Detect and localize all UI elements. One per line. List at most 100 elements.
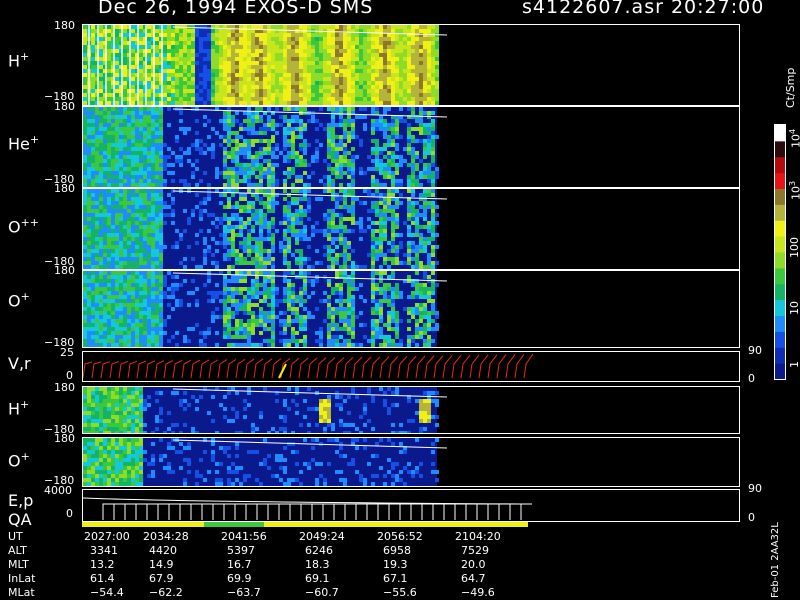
spectrogram-cell	[411, 179, 415, 183]
spectrogram-cell	[379, 307, 383, 311]
spectrogram-cell	[271, 151, 275, 155]
spectrogram-cell	[103, 163, 107, 167]
spectrogram-cell	[231, 287, 235, 291]
spectrogram-cell	[371, 295, 375, 299]
spectrogram-cell	[291, 41, 295, 45]
ytick-top: 180	[54, 100, 75, 113]
plot-title: Dec 26, 1994 EXOS-D SMS	[98, 0, 374, 18]
spectrogram-cell	[211, 295, 215, 299]
spectrogram-cell	[323, 319, 327, 323]
spectrogram-cell	[103, 155, 107, 159]
spectrogram-cell	[103, 307, 107, 311]
spectrogram-cell	[379, 217, 383, 221]
spectrogram-cell	[375, 291, 379, 295]
spectrogram-cell	[135, 209, 139, 213]
spectrogram-cell	[163, 295, 167, 299]
spectrogram-cell	[219, 61, 223, 65]
spectrogram-cell	[119, 241, 123, 245]
spectrogram-cell	[135, 123, 139, 127]
spectrogram-cell	[359, 25, 363, 29]
spectrogram-cell	[239, 261, 243, 265]
spectrogram-cell	[155, 25, 159, 29]
spectrogram-cell	[339, 143, 343, 147]
spectrogram-cell	[155, 57, 159, 61]
spectrogram-cell	[399, 245, 403, 249]
spectrogram-cell	[127, 287, 131, 291]
spectrogram-cell	[319, 335, 323, 339]
spectrogram-cell	[95, 197, 99, 201]
spectrogram-cell	[331, 93, 335, 97]
spectrogram-cell	[147, 163, 151, 167]
spectrogram-cell	[167, 53, 171, 57]
spectrogram-cell	[415, 37, 419, 41]
spectrogram-cell	[355, 93, 359, 97]
spectrogram-cell	[327, 299, 331, 303]
spectrogram-cell	[387, 257, 391, 261]
spectrogram-cell	[183, 69, 187, 73]
spectrogram-cell	[115, 77, 119, 81]
spectrogram-cell	[351, 131, 355, 135]
spectrogram-cell	[111, 331, 115, 335]
spectrogram-cell	[211, 291, 215, 295]
spectrogram-cell	[171, 287, 175, 291]
spectrogram-cell	[347, 331, 351, 335]
spectrogram-cell	[347, 257, 351, 261]
spectrogram-cell	[143, 253, 147, 257]
spectrogram-cell	[259, 343, 263, 347]
spectrogram-cell	[263, 189, 267, 193]
spectrogram-cell	[215, 101, 219, 105]
spectrogram-cell	[91, 139, 95, 143]
spectrogram-cell	[127, 323, 131, 327]
spectrogram-cell	[391, 257, 395, 261]
spectrogram-cell	[371, 61, 375, 65]
spectrogram-cell	[415, 89, 419, 93]
spectrogram-cell	[327, 89, 331, 93]
spectrogram-cell	[307, 189, 311, 193]
spectrogram-cell	[271, 283, 275, 287]
spectrogram-cell	[271, 189, 275, 193]
spectrogram-cell	[323, 97, 327, 101]
spectrogram-cell	[155, 249, 159, 253]
spectrogram-cell	[139, 111, 143, 115]
spectrogram-cell	[247, 147, 251, 151]
spectrogram-cell	[163, 163, 167, 167]
spectrogram-cell	[383, 175, 387, 179]
spectrogram-cell	[419, 33, 423, 37]
spectrogram-cell	[139, 265, 143, 269]
spectrogram-cell	[103, 143, 107, 147]
spectrogram-cell	[123, 257, 127, 261]
spectrogram-cell	[223, 127, 227, 131]
spectrogram-cell	[291, 97, 295, 101]
spectrogram-cell	[223, 275, 227, 279]
spectrogram-cell	[203, 45, 207, 49]
spectrogram-cell	[323, 81, 327, 85]
spectrogram-cell	[139, 307, 143, 311]
spectrogram-cell	[215, 57, 219, 61]
spectrogram-cell	[127, 241, 131, 245]
spectrogram-cell	[99, 197, 103, 201]
spectrogram-cell	[239, 229, 243, 233]
spectrogram-cell	[115, 25, 119, 29]
spectrogram-cell	[251, 217, 255, 221]
spectrogram-cell	[407, 135, 411, 139]
spectrogram-cell	[155, 271, 159, 275]
spectrogram-cell	[135, 245, 139, 249]
spectrogram-cell	[359, 37, 363, 41]
spectrogram-cell	[131, 49, 135, 53]
spectrogram-cell	[123, 287, 127, 291]
spectrogram-cell	[211, 85, 215, 89]
spectrogram-cell	[211, 69, 215, 73]
spectrogram-cell	[195, 241, 199, 245]
spectrogram-cell	[139, 139, 143, 143]
spectrogram-cell	[171, 179, 175, 183]
spectrogram-cell	[335, 245, 339, 249]
spectrogram-cell	[223, 69, 227, 73]
spectrogram-cell	[111, 213, 115, 217]
spectrogram-cell	[103, 339, 107, 343]
spectrogram-cell	[299, 319, 303, 323]
spectrogram-cell	[107, 245, 111, 249]
spectrogram-cell	[143, 327, 147, 331]
spectrogram-cell	[395, 213, 399, 217]
spectrogram-cell	[423, 49, 427, 53]
spectrogram-cell	[283, 119, 287, 123]
